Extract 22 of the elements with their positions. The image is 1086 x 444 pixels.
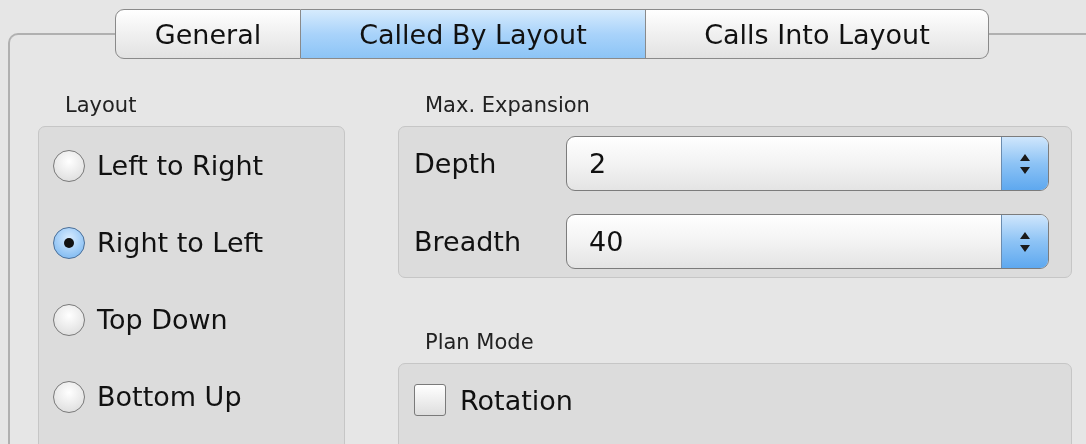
group-title: Max. Expansion [424, 93, 591, 119]
radio-label[interactable]: Bottom Up [97, 381, 242, 412]
radio-button[interactable] [53, 149, 85, 182]
number-dropdown[interactable]: 2 [566, 136, 1049, 191]
tab[interactable]: Calls Into Layout [646, 9, 989, 59]
stepper-arrows-icon [1019, 152, 1031, 175]
number-dropdown[interactable]: 40 [566, 214, 1049, 269]
field-label: Depth [414, 148, 498, 179]
checkbox[interactable] [414, 384, 446, 416]
radio-label[interactable]: Top Down [97, 304, 228, 335]
radio-label[interactable]: Left to Right [97, 150, 264, 181]
radio-button[interactable] [53, 303, 85, 336]
field-label: Breadth [414, 226, 523, 257]
radio-label[interactable]: Right to Left [97, 227, 264, 258]
group-title: Plan Mode [424, 330, 535, 356]
stepper-arrows-icon [1019, 230, 1031, 253]
checkbox-label[interactable]: Rotation [460, 384, 573, 416]
tab[interactable]: General [115, 9, 301, 59]
group-title: Layout [64, 93, 138, 119]
radio-button[interactable] [53, 226, 85, 259]
tab[interactable]: Called By Layout [301, 9, 646, 59]
radio-button[interactable] [53, 380, 85, 413]
